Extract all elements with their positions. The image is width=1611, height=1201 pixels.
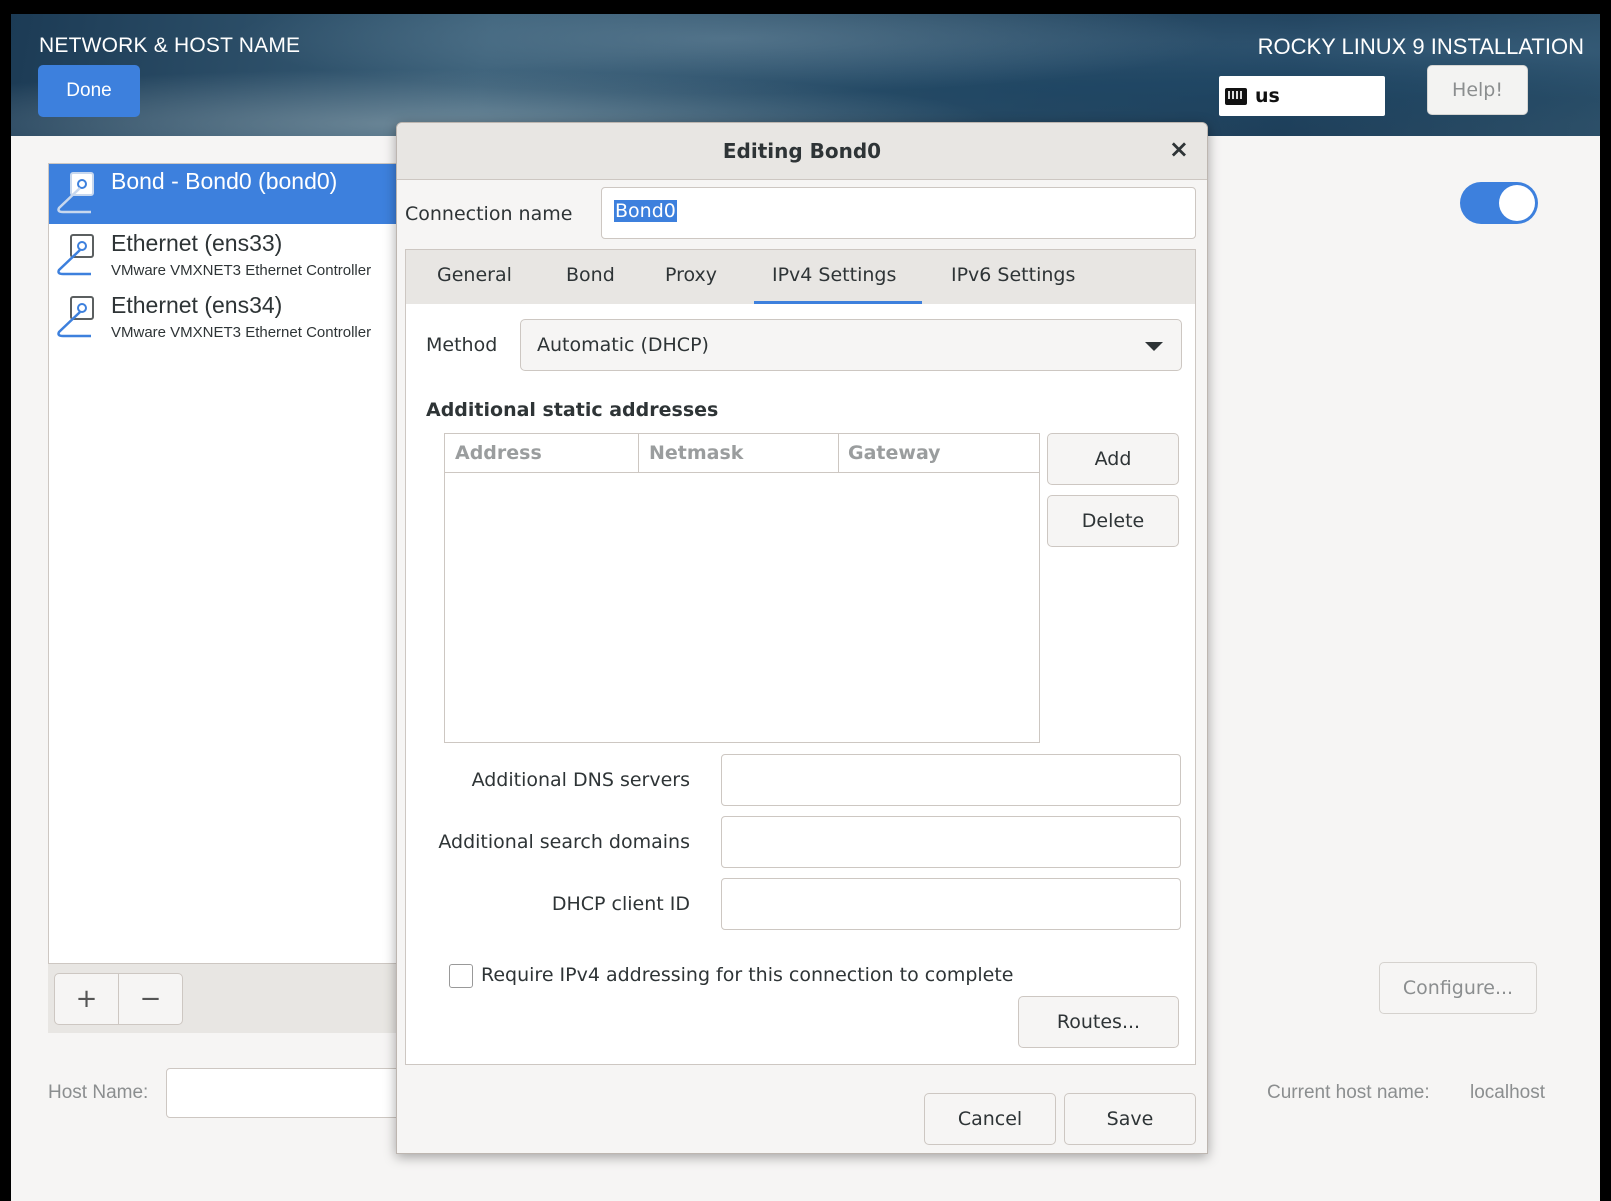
connection-list[interactable]: Bond - Bond0 (bond0) Ethernet (ens33) VM…: [48, 163, 448, 1033]
add-address-button[interactable]: Add: [1047, 433, 1179, 485]
remove-connection-button[interactable]: −: [118, 973, 183, 1025]
ipv4-settings-panel: Method Automatic (DHCP) Additional stati…: [405, 304, 1196, 1065]
page-title: NETWORK & HOST NAME: [39, 34, 301, 57]
tab-ipv6-settings[interactable]: IPv6 Settings: [951, 264, 1075, 286]
current-hostname-label: Current host name:: [1267, 1082, 1430, 1103]
installer-title: ROCKY LINUX 9 INSTALLATION: [1257, 34, 1584, 59]
network-wired-icon: [57, 296, 94, 338]
current-hostname-value: localhost: [1470, 1082, 1545, 1103]
column-header-netmask[interactable]: Netmask: [649, 442, 743, 464]
require-ipv4-checkbox[interactable]: [449, 964, 473, 988]
keyboard-layout-indicator[interactable]: us: [1219, 76, 1385, 116]
hostname-label: Host Name:: [48, 1082, 149, 1103]
connection-title: Ethernet (ens34): [111, 292, 283, 318]
dialog-titlebar: Editing Bond0 ×: [397, 123, 1207, 180]
connection-item-ens33[interactable]: Ethernet (ens33) VMware VMXNET3 Ethernet…: [49, 226, 447, 286]
edit-connection-dialog: Editing Bond0 × Connection name Bond0 Ge…: [396, 122, 1208, 1154]
hostname-input[interactable]: [166, 1068, 406, 1118]
dns-servers-input[interactable]: [721, 754, 1181, 806]
static-addresses-table[interactable]: Address Netmask Gateway: [444, 433, 1040, 743]
network-wired-icon: [57, 234, 94, 276]
help-button[interactable]: Help!: [1427, 65, 1528, 115]
static-addresses-heading: Additional static addresses: [426, 399, 719, 421]
dhcp-client-id-label: DHCP client ID: [551, 893, 690, 915]
tab-proxy[interactable]: Proxy: [665, 264, 717, 286]
search-domains-input[interactable]: [721, 816, 1181, 868]
dhcp-client-id-input[interactable]: [721, 878, 1181, 930]
cancel-button[interactable]: Cancel: [924, 1093, 1056, 1145]
header-banner: NETWORK & HOST NAME ROCKY LINUX 9 INSTAL…: [11, 14, 1600, 136]
done-button[interactable]: Done: [38, 65, 140, 117]
method-value: Automatic (DHCP): [537, 334, 709, 356]
table-header: Address Netmask Gateway: [445, 434, 1039, 473]
tab-bar: General Bond Proxy IPv4 Settings IPv6 Se…: [405, 249, 1196, 305]
close-icon[interactable]: ×: [1169, 135, 1189, 163]
tab-ipv4-settings[interactable]: IPv4 Settings: [772, 264, 896, 286]
keyboard-icon: [1225, 87, 1247, 105]
method-dropdown[interactable]: Automatic (DHCP): [520, 319, 1182, 371]
dns-servers-label: Additional DNS servers: [471, 769, 690, 791]
column-header-address[interactable]: Address: [455, 442, 542, 464]
column-separator: [638, 434, 639, 472]
toggle-knob: [1499, 185, 1535, 221]
connection-title: Bond - Bond0 (bond0): [111, 168, 338, 194]
save-button[interactable]: Save: [1064, 1093, 1196, 1145]
connection-name-value: Bond0: [614, 200, 677, 222]
configure-button[interactable]: Configure...: [1379, 962, 1537, 1014]
connection-list-toolbar: + −: [48, 963, 448, 1033]
dialog-title: Editing Bond0: [722, 139, 882, 163]
chevron-down-icon: [1145, 342, 1163, 351]
network-wired-icon: [57, 172, 94, 214]
tab-general[interactable]: General: [437, 264, 512, 286]
connection-subtitle: VMware VMXNET3 Ethernet Controller: [111, 262, 372, 279]
search-domains-label: Additional search domains: [438, 831, 690, 853]
connection-name-label: Connection name: [405, 203, 573, 225]
method-label: Method: [426, 334, 498, 356]
device-toggle-switch[interactable]: [1460, 182, 1538, 224]
delete-address-button[interactable]: Delete: [1047, 495, 1179, 547]
require-ipv4-label[interactable]: Require IPv4 addressing for this connect…: [481, 964, 1014, 986]
tab-bond[interactable]: Bond: [566, 264, 615, 286]
connection-name-input[interactable]: Bond0: [601, 187, 1196, 239]
column-separator: [838, 434, 839, 472]
connection-subtitle: VMware VMXNET3 Ethernet Controller: [111, 324, 372, 341]
add-connection-button[interactable]: +: [54, 973, 119, 1025]
routes-button[interactable]: Routes...: [1018, 996, 1179, 1048]
connection-item-ens34[interactable]: Ethernet (ens34) VMware VMXNET3 Ethernet…: [49, 288, 447, 348]
column-header-gateway[interactable]: Gateway: [848, 442, 941, 464]
connection-item-bond0[interactable]: Bond - Bond0 (bond0): [49, 164, 447, 224]
connection-title: Ethernet (ens33): [111, 230, 283, 256]
keyboard-layout-label: us: [1255, 85, 1280, 107]
